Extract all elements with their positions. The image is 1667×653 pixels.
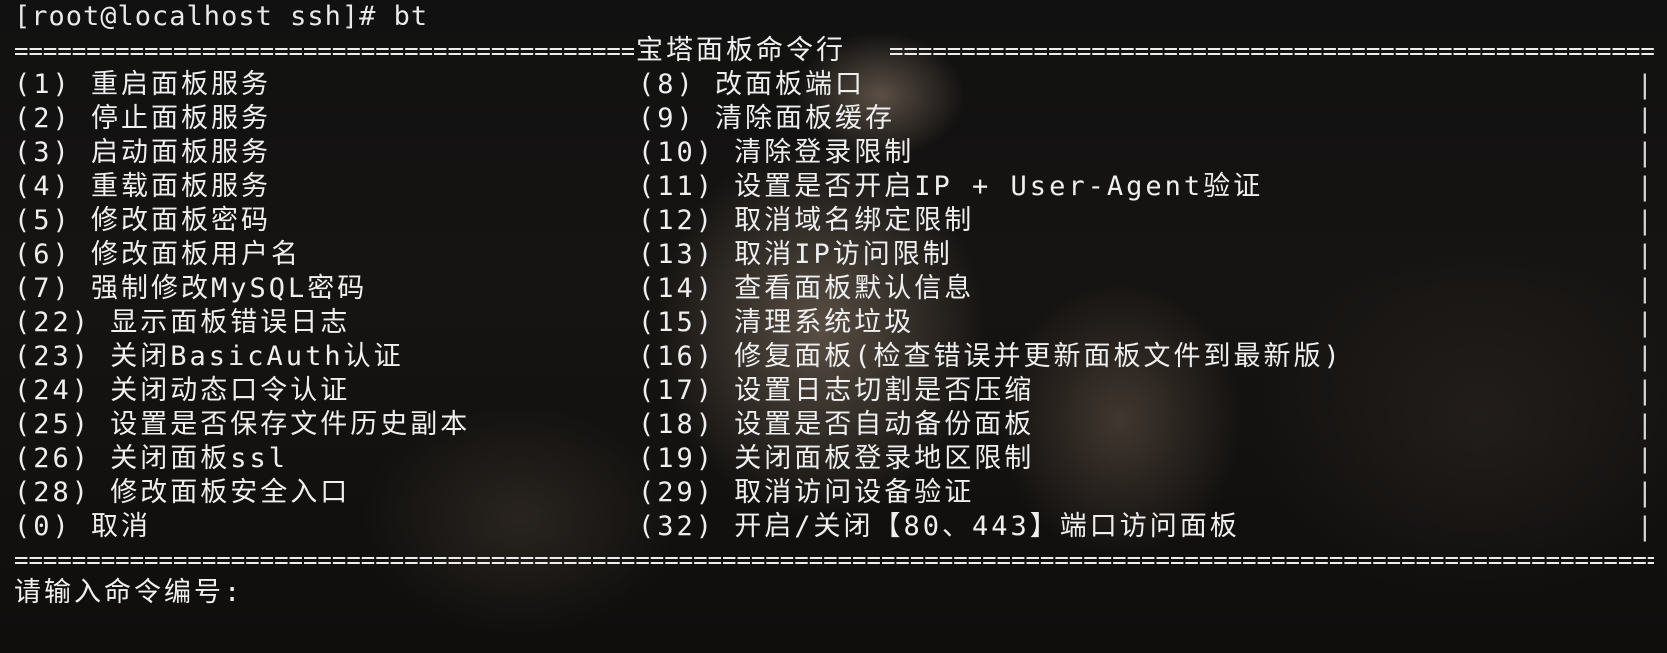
menu-item: (12) 取消域名绑定限制 xyxy=(638,205,975,236)
menu-item: (29) 取消访问设备验证 xyxy=(638,477,975,508)
menu-item: (4) 重载面板服务 xyxy=(14,171,272,202)
menu-title: 宝塔面板命令行 xyxy=(636,35,846,66)
right-border-bar: | xyxy=(1637,274,1653,304)
bottom-rule: ========================================… xyxy=(14,551,1654,569)
terminal-window[interactable]: [root@localhost ssh]# bt ===============… xyxy=(0,0,1667,653)
menu-item: (0) 取消 xyxy=(14,511,152,542)
right-border-bar: | xyxy=(1637,104,1653,134)
menu-item: (11) 设置是否开启IP + User-Agent验证 xyxy=(638,171,1264,202)
command-line: [root@localhost ssh]# bt xyxy=(14,1,429,32)
menu-item: (8) 改面板端口 xyxy=(638,69,866,100)
menu-item: (7) 强制修改MySQL密码 xyxy=(14,273,368,304)
menu-item: (9) 清除面板缓存 xyxy=(638,103,896,134)
menu-item: (25) 设置是否保存文件历史副本 xyxy=(14,409,471,440)
menu-item: (3) 启动面板服务 xyxy=(14,137,272,168)
menu-item: (5) 修改面板密码 xyxy=(14,205,272,236)
menu-item: (28) 修改面板安全入口 xyxy=(14,477,351,508)
menu-item: (15) 清理系统垃圾 xyxy=(638,307,915,338)
right-border-bar: | xyxy=(1637,444,1653,474)
menu-item: (10) 清除登录限制 xyxy=(638,137,915,168)
right-border-bar: | xyxy=(1637,512,1653,542)
menu-item: (1) 重启面板服务 xyxy=(14,69,272,100)
menu-item: (17) 设置日志切割是否压缩 xyxy=(638,375,1035,406)
right-border-bar: | xyxy=(1637,240,1653,270)
right-border-bar: | xyxy=(1637,206,1653,236)
menu-item: (18) 设置是否自动备份面板 xyxy=(638,409,1035,440)
menu-item: (6) 修改面板用户名 xyxy=(14,239,302,270)
menu-item: (32) 开启/关闭【80、443】端口访问面板 xyxy=(638,511,1240,542)
right-border-bar: | xyxy=(1637,172,1653,202)
right-border-bar: | xyxy=(1637,376,1653,406)
menu-item: (14) 查看面板默认信息 xyxy=(638,273,975,304)
menu-item: (13) 取消IP访问限制 xyxy=(638,239,953,270)
menu-item: (16) 修复面板(检查错误并更新面板文件到最新版) xyxy=(638,341,1343,372)
menu-item: (26) 关闭面板ssl xyxy=(14,443,289,474)
right-border-bar: | xyxy=(1637,478,1653,508)
right-border-bar: | xyxy=(1637,138,1653,168)
top-rule-right: ========================================… xyxy=(889,42,1654,60)
command-input-prompt[interactable]: 请输入命令编号: xyxy=(14,576,243,610)
top-rule-left: ========================================… xyxy=(14,42,634,60)
menu-item: (24) 关闭动态口令认证 xyxy=(14,375,351,406)
right-border-bar: | xyxy=(1637,410,1653,440)
menu-item: (2) 停止面板服务 xyxy=(14,103,272,134)
menu-item: (22) 显示面板错误日志 xyxy=(14,307,351,338)
menu-header: ========================================… xyxy=(14,34,1654,68)
menu-item: (19) 关闭面板登录地区限制 xyxy=(638,443,1035,474)
right-border-bar: | xyxy=(1637,70,1653,100)
menu-item: (23) 关闭BasicAuth认证 xyxy=(14,341,404,372)
right-border-bar: | xyxy=(1637,308,1653,338)
right-border-bar: | xyxy=(1637,342,1653,372)
